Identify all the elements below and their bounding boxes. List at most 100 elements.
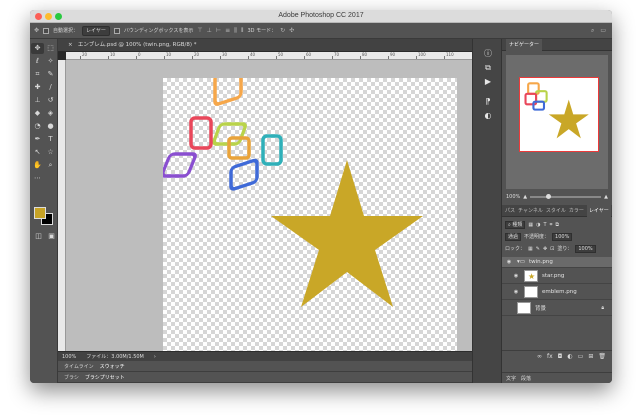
- lasso-tool-icon[interactable]: ℓ: [31, 56, 44, 67]
- blend-mode-dropdown[interactable]: 通過: [505, 232, 522, 241]
- rotate-3d-icon[interactable]: ↻: [280, 27, 285, 34]
- channels-tab[interactable]: チャンネル: [518, 207, 543, 214]
- play-action-icon[interactable]: ▶: [473, 75, 503, 89]
- auto-select-checkbox[interactable]: [43, 27, 50, 34]
- pan-3d-icon[interactable]: ✣: [289, 27, 294, 34]
- navigator-tab[interactable]: ナビゲーター: [506, 38, 543, 51]
- magic-wand-tool-icon[interactable]: ✧: [44, 56, 57, 67]
- navigator-zoom-slider[interactable]: [530, 193, 602, 199]
- history-brush-tool-icon[interactable]: ↺: [44, 95, 57, 106]
- filter-adjust-icon[interactable]: ◑: [536, 222, 540, 228]
- workspace-icon[interactable]: ▭: [600, 27, 606, 35]
- type-tool-icon[interactable]: T: [44, 134, 57, 145]
- new-group-icon[interactable]: ▭: [578, 353, 584, 360]
- blur-tool-icon[interactable]: ◔: [31, 121, 44, 132]
- color-tab[interactable]: カラー: [569, 207, 584, 214]
- transform-controls-checkbox[interactable]: [113, 27, 120, 34]
- close-document-icon[interactable]: ×: [68, 42, 76, 48]
- adjustment-layer-icon[interactable]: ◐: [567, 353, 572, 360]
- zoom-level[interactable]: 100%: [62, 352, 76, 361]
- dodge-tool-icon[interactable]: ●: [44, 121, 57, 132]
- layer-row[interactable]: ◉ emblem.png: [502, 284, 612, 300]
- link-layers-icon[interactable]: ∞: [537, 353, 542, 360]
- zoom-slider-knob[interactable]: [545, 193, 551, 199]
- distribute-horizontal-icon[interactable]: ⫴: [241, 27, 244, 35]
- filter-pixel-icon[interactable]: ▦: [528, 222, 533, 228]
- new-layer-icon[interactable]: ⊞: [588, 353, 593, 360]
- layer-row[interactable]: ◉ ★ star.png: [502, 268, 612, 284]
- search-icon[interactable]: ⌕: [591, 27, 594, 35]
- align-top-icon[interactable]: ⊤: [197, 27, 202, 34]
- screen-mode-icon[interactable]: ▣: [45, 231, 58, 242]
- hand-tool-icon[interactable]: ✋: [31, 160, 44, 171]
- visibility-eye-icon[interactable]: ◉: [512, 289, 520, 295]
- file-info: ファイル：3.00M/1.50M: [86, 354, 144, 360]
- eraser-tool-icon[interactable]: ◆: [31, 108, 44, 119]
- filter-shape-icon[interactable]: ⌗: [550, 222, 553, 228]
- visibility-eye-icon[interactable]: ◉: [505, 259, 513, 265]
- auto-select-dropdown[interactable]: レイヤー: [82, 25, 110, 36]
- zoom-tool-icon[interactable]: ⌕: [44, 160, 57, 171]
- layer-style-icon[interactable]: fx: [547, 353, 553, 360]
- marquee-tool-icon[interactable]: ⬚: [44, 43, 57, 54]
- zoom-out-icon[interactable]: ▲: [523, 194, 527, 200]
- distribute-icon[interactable]: ⫼: [234, 27, 237, 35]
- lock-position-icon[interactable]: ✥: [543, 246, 547, 252]
- adjustments-icon[interactable]: ◐: [473, 109, 503, 123]
- timeline-tab[interactable]: タイムライン: [64, 363, 94, 370]
- visibility-eye-icon[interactable]: ◉: [512, 273, 520, 279]
- navigator-view-box[interactable]: [519, 77, 599, 152]
- align-left-icon[interactable]: ⊢: [216, 27, 221, 34]
- swatches-tab[interactable]: スウォッチ: [100, 363, 125, 370]
- paths-tab[interactable]: パス: [505, 207, 515, 214]
- pen-tool-icon[interactable]: ✒: [31, 134, 44, 145]
- zoom-in-icon[interactable]: ▲: [604, 194, 608, 200]
- navigator-preview[interactable]: [506, 55, 608, 189]
- layer-name: 背景: [535, 305, 547, 312]
- move-tool-icon[interactable]: ✥: [31, 43, 44, 54]
- fill-input[interactable]: 100%: [575, 244, 596, 253]
- more-tools-icon[interactable]: ⋯: [31, 173, 44, 184]
- properties-icon[interactable]: ⁋: [473, 95, 503, 109]
- healing-brush-tool-icon[interactable]: ✚: [31, 82, 44, 93]
- document-tab[interactable]: × エンブレム.psd @ 100% (twin.png, RGB/8) *: [58, 39, 472, 52]
- move-tool-icon[interactable]: ✥: [34, 27, 39, 34]
- brush-tab[interactable]: ブラシ: [64, 374, 79, 381]
- layer-mask-icon[interactable]: ◘: [558, 353, 563, 360]
- histogram-icon[interactable]: ⧉: [473, 61, 503, 75]
- gradient-tool-icon[interactable]: ◈: [44, 108, 57, 119]
- character-tab[interactable]: 文字: [506, 375, 516, 382]
- layer-row-group[interactable]: ◉ ▾▭ twin.png: [502, 257, 612, 268]
- lock-all-icon[interactable]: ⊡: [550, 246, 554, 252]
- path-selection-tool-icon[interactable]: ↖: [31, 147, 44, 158]
- filter-type-icon[interactable]: T: [544, 222, 547, 228]
- brush-presets-tab[interactable]: ブラシプリセット: [85, 374, 125, 381]
- quick-mask-icon[interactable]: ◫: [32, 231, 45, 242]
- align-center-icon[interactable]: ≡: [225, 27, 230, 34]
- layers-tab[interactable]: レイヤー: [586, 204, 611, 217]
- vertical-ruler[interactable]: [58, 60, 66, 351]
- layer-filter-dropdown[interactable]: ⌕ 種類: [505, 220, 526, 229]
- lock-transparency-icon[interactable]: ▦: [528, 246, 533, 252]
- lock-pixels-icon[interactable]: ✎: [536, 246, 540, 252]
- star-thumb-icon: ★: [528, 271, 536, 281]
- styles-tab[interactable]: スタイル: [546, 207, 566, 214]
- shape-tool-icon[interactable]: ☆: [44, 147, 57, 158]
- navigator-zoom-value[interactable]: 100%: [506, 194, 520, 200]
- horizontal-ruler[interactable]: 20100102030405060708090100110120: [66, 52, 482, 60]
- stamp-tool-icon[interactable]: ⊥: [31, 95, 44, 106]
- crop-tool-icon[interactable]: ⌗: [31, 69, 44, 80]
- status-arrow-icon[interactable]: ›: [154, 352, 156, 361]
- brush-tool-icon[interactable]: /: [44, 82, 57, 93]
- layer-row-background[interactable]: 背景 🔒︎: [502, 300, 612, 316]
- canvas[interactable]: [160, 65, 457, 355]
- delete-layer-icon[interactable]: 🗑︎: [598, 353, 606, 360]
- document-window: × エンブレム.psd @ 100% (twin.png, RGB/8) * 2…: [58, 39, 482, 361]
- foreground-color-swatch[interactable]: [34, 207, 46, 219]
- info-panel-icon[interactable]: ⓘ: [473, 47, 503, 61]
- filter-smart-icon[interactable]: ⧉: [555, 222, 559, 228]
- paragraph-tab[interactable]: 段落: [521, 375, 531, 382]
- eyedropper-tool-icon[interactable]: ✎: [44, 69, 57, 80]
- opacity-input[interactable]: 100%: [552, 232, 573, 241]
- align-middle-icon[interactable]: ⊥: [207, 27, 212, 34]
